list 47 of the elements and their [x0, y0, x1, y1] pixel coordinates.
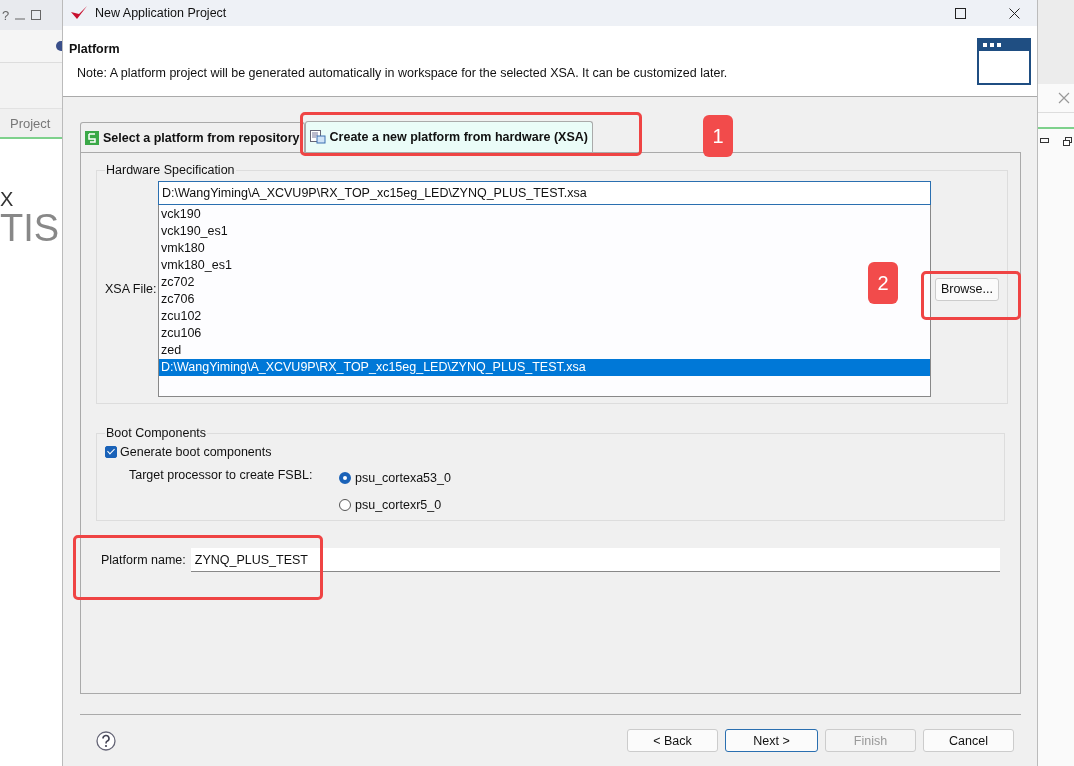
checkbox[interactable]	[105, 446, 117, 458]
list-item[interactable]: zed	[159, 342, 184, 359]
tile-icon	[85, 130, 99, 145]
window-title: New Application Project	[95, 6, 228, 20]
platform-name-field[interactable]: ZYNQ_PLUS_TEST	[190, 548, 1000, 572]
radio-label[interactable]: psu_cortexa53_0	[355, 470, 451, 485]
minimize-icon[interactable]	[1040, 138, 1049, 144]
list-item[interactable]: vck190_es1	[159, 223, 230, 240]
list-item[interactable]: zcu106	[159, 325, 204, 342]
view-tab[interactable]: Project	[0, 115, 51, 131]
field-label: XSA File:	[105, 282, 158, 296]
dialog-button[interactable]: Next >	[725, 729, 818, 752]
gear-icon[interactable]	[54, 39, 62, 53]
list-item[interactable]: vmk180	[159, 240, 207, 257]
tab[interactable]: Create a new platform from hardware (XSA)	[304, 121, 593, 152]
radio-button[interactable]	[339, 471, 351, 484]
tab[interactable]: Select a platform from repository	[80, 122, 305, 152]
browse-button[interactable]: Browse...	[934, 277, 999, 301]
help-icon[interactable]	[96, 730, 116, 751]
list-item[interactable]: zcu102	[159, 308, 204, 325]
list-item[interactable]: zc706	[159, 291, 197, 308]
field-label: Platform name:	[101, 553, 186, 567]
page-title: Platform	[69, 42, 121, 56]
restore-icon[interactable]	[1063, 136, 1072, 146]
page-note: Note: A platform project will be generated automatically in workspace for the selected XSA. It can be customized later.	[76, 66, 729, 80]
step-badge: 1	[703, 115, 733, 157]
field-label: Target processor to create FSBL:	[129, 468, 314, 484]
step-badge: 2	[868, 262, 898, 304]
xsa-combo-field[interactable]: D:\WangYiming\A_XCVU9P\RX_TOP_xc15eg_LED\ZYNQ_PLUS_TEST.xsa	[158, 181, 931, 205]
radio-button[interactable]	[339, 498, 351, 511]
list-item[interactable]: vck190	[159, 206, 203, 223]
list-item[interactable]: D:\WangYiming\A_XCVU9P\RX_TOP_xc15eg_LED\ZYNQ_PLUS_TEST.xsa	[159, 359, 930, 376]
close-icon[interactable]	[1008, 7, 1020, 19]
list-item[interactable]: vmk180_es1	[159, 257, 234, 274]
checkbox-label[interactable]: Generate boot components	[120, 445, 272, 459]
list-item[interactable]: zc702	[159, 274, 197, 291]
window-icon	[977, 37, 1031, 85]
group-title: Boot Components	[105, 426, 208, 440]
logo-text: TIS	[0, 209, 61, 247]
board-icon	[309, 130, 326, 144]
dialog-button[interactable]: Cancel	[923, 729, 1014, 752]
help-icon[interactable]: ?	[2, 7, 10, 23]
group-title: Hardware Specification	[105, 163, 236, 177]
logo-text: X	[0, 189, 15, 209]
radio-label[interactable]: psu_cortexr5_0	[355, 497, 442, 512]
maximize-icon[interactable]	[954, 7, 966, 19]
dialog-button[interactable]: < Back	[627, 729, 718, 752]
